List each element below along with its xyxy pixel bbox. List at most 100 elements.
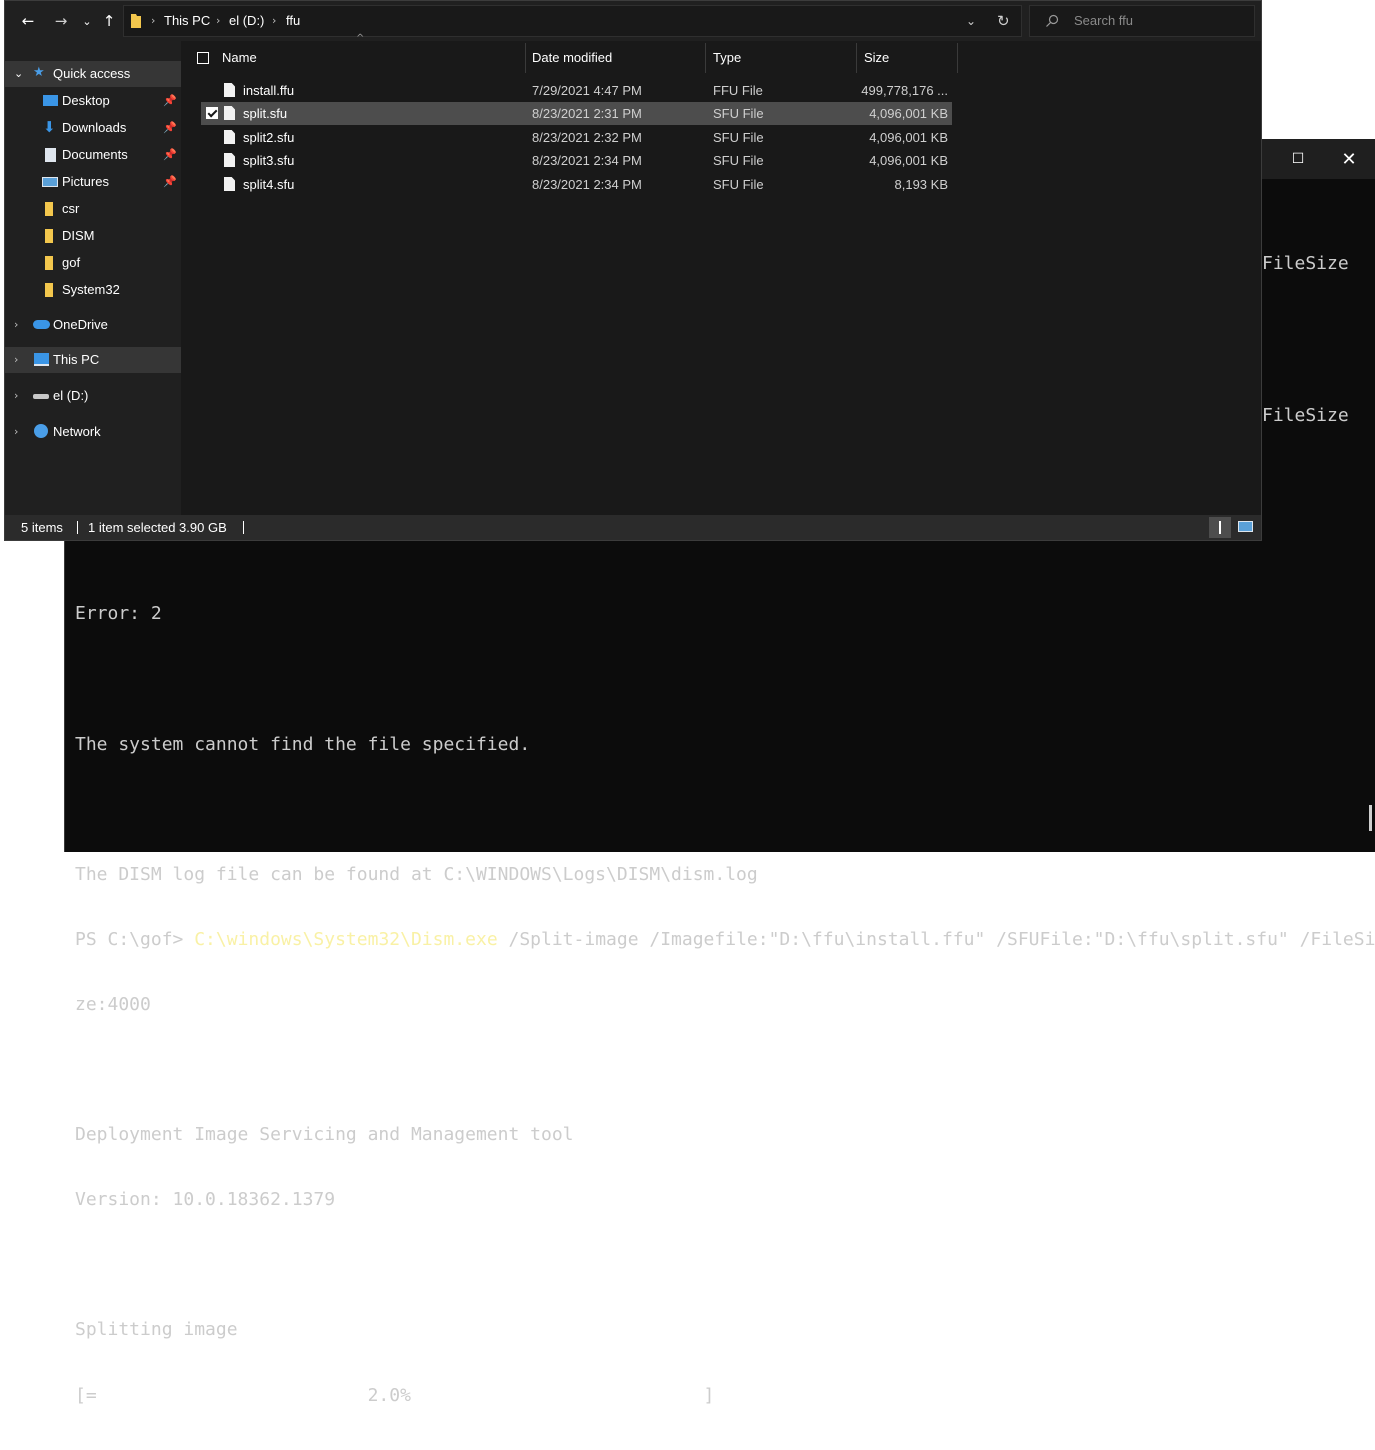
nav-item-drive[interactable]: › el (D:) <box>5 383 181 409</box>
status-bar: 5 items 1 item selected 3.90 GB <box>5 515 1261 540</box>
file-icon <box>224 177 235 191</box>
nav-item-pictures[interactable]: Pictures 📌 <box>5 169 181 195</box>
star-icon: ★ <box>33 65 45 80</box>
file-type: SFU File <box>713 106 764 121</box>
cloud-icon <box>33 320 50 329</box>
file-row[interactable]: split4.sfu 8/23/2021 2:34 PM SFU File 8,… <box>201 173 952 196</box>
file-date: 8/23/2021 2:34 PM <box>532 177 642 192</box>
column-header: ^ Name Date modified Type Size <box>181 33 1261 75</box>
breadcrumb-drive[interactable]: el (D:) <box>229 6 264 36</box>
address-bar[interactable]: › This PC › el (D:) › ffu ⌄ ↻ <box>123 5 1022 37</box>
details-view-button[interactable] <box>1209 517 1231 538</box>
nav-quick-access[interactable]: ⌄ ★ Quick access <box>5 61 181 87</box>
back-arrow-icon[interactable]: ← <box>16 9 40 33</box>
expand-chevron-icon[interactable]: › <box>14 347 18 373</box>
console-output[interactable]: Error: 2 The system cannot find the file… <box>75 560 1375 1450</box>
pin-icon: 📌 <box>163 94 177 107</box>
expand-chevron-icon[interactable]: › <box>14 419 18 445</box>
folder-icon <box>45 202 53 216</box>
file-type: SFU File <box>713 177 764 192</box>
nav-item-this-pc[interactable]: › This PC <box>5 347 181 373</box>
search-icon <box>1046 14 1059 27</box>
file-size: 4,096,001 KB <box>869 153 948 168</box>
file-icon <box>224 83 235 97</box>
expand-chevron-icon[interactable]: › <box>14 383 18 409</box>
up-arrow-icon[interactable]: ↑ <box>97 9 121 33</box>
recent-locations-chevron-icon[interactable]: ⌄ <box>75 9 99 33</box>
nav-item-documents[interactable]: Documents 📌 <box>5 142 181 168</box>
item-count: 5 items <box>21 520 63 535</box>
forward-arrow-icon[interactable]: → <box>49 9 73 33</box>
breadcrumb-folder[interactable]: ffu <box>286 6 300 36</box>
console-line: ze:4000 <box>75 993 151 1015</box>
file-name: split2.sfu <box>243 130 295 145</box>
column-divider[interactable] <box>957 43 958 73</box>
column-divider[interactable] <box>856 43 857 73</box>
file-explorer-window: ← → ⌄ ↑ › This PC › el (D:) › ffu ⌄ ↻ Se… <box>4 0 1262 541</box>
address-dropdown-icon[interactable]: ⌄ <box>966 6 976 36</box>
nav-label: Pictures <box>62 174 109 189</box>
large-icons-view-icon[interactable] <box>1238 521 1253 532</box>
breadcrumb-this-pc[interactable]: This PC <box>164 6 210 36</box>
file-row[interactable]: split2.sfu 8/23/2021 2:32 PM SFU File 4,… <box>201 126 952 149</box>
network-globe-icon <box>34 424 48 438</box>
file-row[interactable]: install.ffu 7/29/2021 4:47 PM FFU File 4… <box>201 79 952 102</box>
folder-icon <box>45 283 53 297</box>
nav-label: Downloads <box>62 120 127 135</box>
maximize-icon[interactable]: ☐ <box>1272 139 1324 179</box>
console-text-fragment: FileSize <box>1262 253 1349 274</box>
file-date: 8/23/2021 2:31 PM <box>532 106 642 121</box>
console-line: The system cannot find the file specifie… <box>75 733 531 755</box>
nav-label: OneDrive <box>53 317 108 332</box>
nav-item-gof[interactable]: gof <box>5 250 181 276</box>
nav-item-network[interactable]: › Network <box>5 419 181 445</box>
column-type[interactable]: Type <box>713 41 741 75</box>
folder-icon <box>45 256 53 270</box>
search-placeholder: Search ffu <box>1074 13 1134 28</box>
file-size: 499,778,176 ... <box>861 83 948 98</box>
file-size: 4,096,001 KB <box>869 106 948 121</box>
search-box[interactable]: Search ffu <box>1029 5 1255 37</box>
column-size[interactable]: Size <box>864 41 889 75</box>
file-size: 4,096,001 KB <box>869 130 948 145</box>
file-row-selected[interactable]: split.sfu 8/23/2021 2:31 PM SFU File 4,0… <box>201 102 952 125</box>
status-divider <box>243 521 244 534</box>
file-date: 8/23/2021 2:32 PM <box>532 130 642 145</box>
explorer-toolbar: ← → ⌄ ↑ › This PC › el (D:) › ffu ⌄ ↻ Se… <box>5 1 1261 41</box>
file-row[interactable]: split3.sfu 8/23/2021 2:34 PM SFU File 4,… <box>201 149 952 172</box>
nav-label: Network <box>53 424 101 439</box>
nav-item-csr[interactable]: csr <box>5 196 181 222</box>
select-all-checkbox[interactable] <box>197 52 209 64</box>
column-divider[interactable] <box>705 43 706 73</box>
console-command: C:\windows\System32\Dism.exe <box>194 928 498 950</box>
file-name: install.ffu <box>243 83 295 98</box>
file-type: SFU File <box>713 130 764 145</box>
console-line: Deployment Image Servicing and Managemen… <box>75 1124 574 1146</box>
breadcrumb-separator-icon: › <box>216 14 221 27</box>
nav-item-desktop[interactable]: Desktop 📌 <box>5 88 181 114</box>
console-scrollbar[interactable] <box>1369 805 1372 831</box>
nav-item-system32[interactable]: System32 <box>5 277 181 303</box>
nav-label: Desktop <box>62 93 110 108</box>
console-arguments: /Split-image /Imagefile:"D:\ffu\install.… <box>497 928 1375 950</box>
nav-item-dism[interactable]: DISM <box>5 223 181 249</box>
column-date-modified[interactable]: Date modified <box>532 41 612 75</box>
file-type: SFU File <box>713 153 764 168</box>
close-icon[interactable]: ✕ <box>1323 139 1375 179</box>
file-size: 8,193 KB <box>894 177 949 192</box>
computer-icon <box>34 353 49 366</box>
console-text-fragment: FileSize <box>1262 405 1349 426</box>
expand-chevron-icon[interactable]: ⌄ <box>14 61 23 87</box>
desktop-icon <box>43 95 58 106</box>
file-date: 8/23/2021 2:34 PM <box>532 153 642 168</box>
nav-item-downloads[interactable]: ⬇ Downloads 📌 <box>5 115 181 141</box>
selection-info: 1 item selected 3.90 GB <box>88 520 227 535</box>
refresh-icon[interactable]: ↻ <box>997 6 1010 36</box>
nav-item-onedrive[interactable]: › OneDrive <box>5 312 181 338</box>
row-checkbox-checked[interactable] <box>206 107 218 119</box>
expand-chevron-icon[interactable]: › <box>14 312 18 338</box>
nav-label: DISM <box>62 228 95 243</box>
file-icon <box>224 130 235 144</box>
column-name[interactable]: Name <box>222 41 257 75</box>
column-divider[interactable] <box>525 43 526 73</box>
